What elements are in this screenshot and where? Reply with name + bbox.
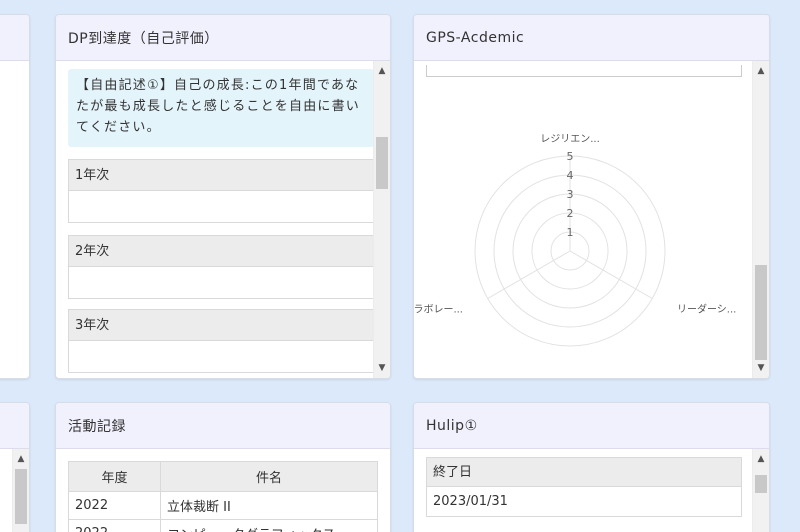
radar-axis-label: レジリエン... — [540, 134, 600, 145]
hulip-card: Hulip① 終了日 2023/01/31 ▲ — [413, 402, 770, 532]
scroll-up-icon[interactable]: ▲ — [753, 63, 769, 79]
year-2-field[interactable] — [68, 267, 374, 299]
left-card-bottom: ▲ — [0, 402, 30, 532]
scroll-down-icon[interactable]: ▼ — [374, 360, 390, 376]
activity-table: 年度 件名 2022 立体裁断 II 2022 コンピュータグラフィックス — [68, 461, 378, 532]
end-date-value: 2023/01/31 — [426, 487, 742, 517]
radar-axis-label: リーダーシ... — [677, 303, 736, 316]
activity-card-body[interactable]: 年度 件名 2022 立体裁断 II 2022 コンピュータグラフィックス — [56, 449, 390, 532]
gps-card-body[interactable]: 1 2 3 4 5 レジリエン... リーダーシ... コラボレー... ▲ ▼ — [414, 61, 769, 378]
row-name: コンピュータグラフィックス — [160, 519, 378, 532]
column-header-year: 年度 — [68, 461, 161, 492]
radar-tick-label: 1 — [567, 226, 574, 239]
left-card-top-header — [0, 15, 29, 61]
row-year: 2022 — [68, 519, 161, 532]
radar-tick-label: 3 — [567, 188, 574, 201]
row-name: 立体裁断 II — [160, 491, 378, 520]
scroll-up-icon[interactable]: ▲ — [13, 451, 29, 467]
column-header-name: 件名 — [160, 461, 378, 492]
year-3-label: 3年次 — [68, 309, 374, 341]
year-3-block: 3年次 — [68, 309, 374, 373]
hulip-card-scrollbar[interactable]: ▲ — [752, 449, 769, 532]
table-row[interactable]: 2022 立体裁断 II — [68, 491, 378, 520]
gps-card: GPS-Acdemic 1 2 3 4 5 レジリエン... リーダーシ... コラボレー..… — [413, 14, 770, 379]
table-row[interactable]: 2022 コンピュータグラフィックス — [68, 519, 378, 532]
radar-axis-label: コラボレー... — [414, 304, 463, 316]
dp-card: DP到達度（自己評価） 【自由記述①】自己の成長:この1年間であなたが最も成長し… — [55, 14, 391, 379]
scroll-thumb[interactable] — [755, 265, 767, 360]
activity-card-title: 活動記録 — [56, 403, 390, 449]
gps-card-scrollbar[interactable]: ▲ ▼ — [752, 61, 769, 378]
left-card-bottom-body: ▲ — [0, 449, 29, 532]
free-description-prompt: 【自由記述①】自己の成長:この1年間であなたが最も成長したと感じることを自由に書… — [68, 69, 374, 147]
scroll-thumb[interactable] — [15, 469, 27, 524]
radar-spoke — [569, 250, 653, 299]
dp-card-body[interactable]: 【自由記述①】自己の成長:この1年間であなたが最も成長したと感じることを自由に書… — [56, 61, 390, 378]
table-header-row: 年度 件名 — [68, 461, 378, 492]
gps-card-title: GPS-Acdemic — [414, 15, 769, 61]
scroll-thumb[interactable] — [376, 137, 388, 189]
year-2-block: 2年次 — [68, 235, 374, 299]
radar-spoke — [487, 250, 571, 299]
activity-card: 活動記録 年度 件名 2022 立体裁断 II 2022 コンピュータグラフィッ… — [55, 402, 391, 532]
hulip-card-title: Hulip① — [414, 403, 769, 449]
year-2-label: 2年次 — [68, 235, 374, 267]
year-1-field[interactable] — [68, 191, 374, 223]
year-3-field[interactable] — [68, 341, 374, 373]
radar-tick-label: 2 — [567, 207, 574, 220]
dp-card-scrollbar[interactable]: ▲ ▼ — [373, 61, 390, 378]
dp-card-title: DP到達度（自己評価） — [56, 15, 390, 61]
scroll-thumb[interactable] — [755, 475, 767, 493]
row-year: 2022 — [68, 491, 161, 520]
scroll-up-icon[interactable]: ▲ — [374, 63, 390, 79]
scroll-up-icon[interactable]: ▲ — [753, 451, 769, 467]
scroll-down-icon[interactable]: ▼ — [753, 360, 769, 376]
year-1-label: 1年次 — [68, 159, 374, 191]
radar-tick-label: 5 — [567, 150, 574, 163]
radar-chart: 1 2 3 4 5 レジリエン... リーダーシ... コラボレー... — [414, 134, 736, 347]
hulip-card-body[interactable]: 終了日 2023/01/31 ▲ — [414, 449, 769, 532]
left-card-scrollbar[interactable]: ▲ — [12, 449, 29, 532]
year-1-block: 1年次 — [68, 159, 374, 223]
left-card-bottom-header — [0, 403, 29, 449]
end-date-label: 終了日 — [426, 457, 742, 487]
left-card-top — [0, 14, 30, 379]
radar-tick-label: 4 — [567, 169, 574, 182]
